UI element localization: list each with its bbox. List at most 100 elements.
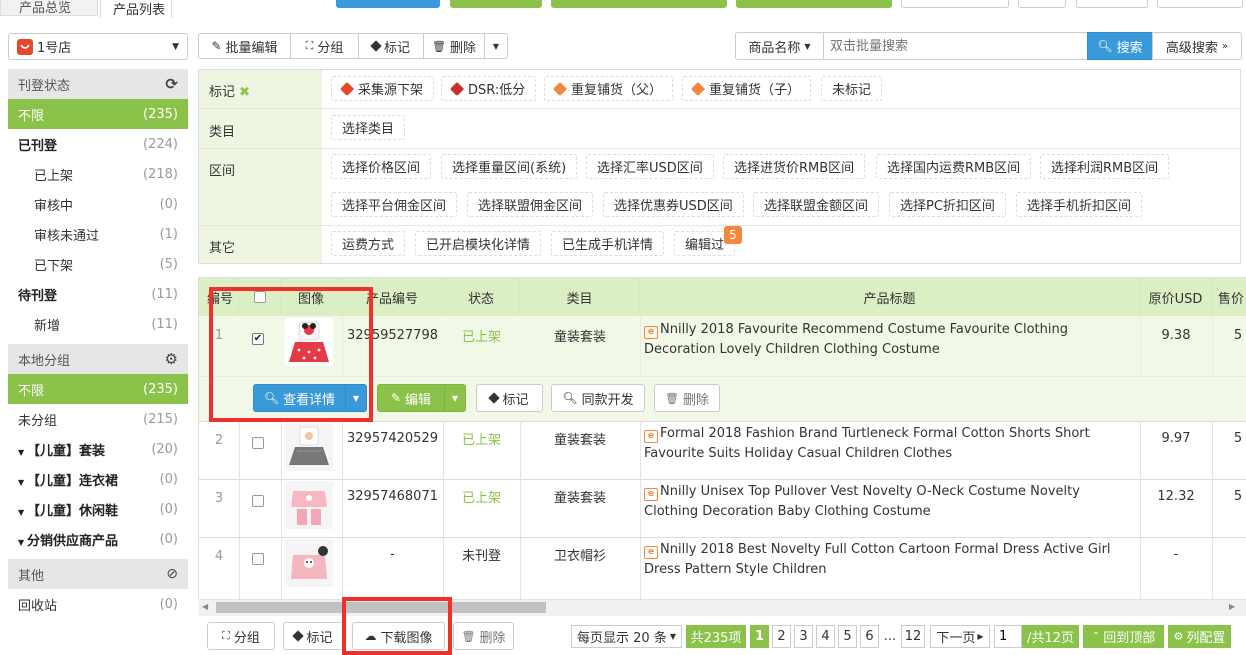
store-icon (17, 38, 33, 55)
top-white-button-2[interactable] (1018, 0, 1066, 8)
edit-dropdown[interactable]: ▼ (444, 384, 466, 412)
tag-exchange-range[interactable]: 选择汇率USD区间 (586, 154, 714, 179)
tag-shipping-range[interactable]: 选择国内运费RMB区间 (876, 154, 1032, 179)
tag-price-range[interactable]: 选择价格区间 (331, 154, 432, 179)
tag-weight-range[interactable]: 选择重量区间(系统) (441, 154, 578, 179)
search-button[interactable]: 🔍︎ 搜索 (1087, 32, 1153, 60)
tag-dsr-low[interactable]: DSR:低分 (441, 76, 537, 101)
sidebar-item-kids-dresses[interactable]: ▼ 【儿童】连衣裙 (0) (8, 464, 188, 494)
page-1[interactable]: 1 (750, 625, 769, 648)
top-white-button-1[interactable] (901, 0, 1009, 8)
search-field-select[interactable]: 商品名称 ▼ (735, 32, 824, 60)
page-5[interactable]: 5 (838, 625, 857, 648)
tag-shipping-method[interactable]: 运费方式 (331, 231, 406, 256)
top-green-button-3[interactable] (736, 0, 892, 8)
sidebar-item-pending[interactable]: 待刊登 (11) (8, 279, 188, 309)
tab-product-list[interactable]: 产品列表 (100, 0, 172, 18)
product-title[interactable]: e Nnilly Unisex Top Pullover Vest Novelty… (640, 482, 1140, 522)
product-thumbnail-pink-hoodie[interactable] (285, 539, 333, 587)
page-4[interactable]: 4 (816, 625, 835, 648)
tag-affiliate-amount-range[interactable]: 选择联盟金额区间 (753, 192, 880, 217)
top-blue-button[interactable] (336, 0, 440, 8)
top-green-button-1[interactable] (450, 0, 542, 8)
sidebar-item-off-shelf[interactable]: 已下架 (5) (8, 249, 188, 279)
tag-unmarked[interactable]: 未标记 (821, 76, 883, 101)
advanced-search-button[interactable]: 高级搜索» (1152, 32, 1242, 60)
tag-affiliate-commission-range[interactable]: 选择联盟佣金区间 (467, 192, 594, 217)
sidebar-item-all-groups[interactable]: 不限 (235) (8, 374, 188, 404)
batch-edit-button[interactable]: ✎ 批量编辑 (198, 33, 291, 59)
footer-delete-button[interactable]: 🗑 删除 (453, 622, 514, 650)
column-divider (443, 421, 444, 599)
search-input[interactable] (823, 32, 1088, 60)
scroll-right-arrow[interactable]: ▶ (1229, 602, 1235, 611)
tag-source-removed[interactable]: 采集源下架 (331, 76, 435, 101)
store-select[interactable]: 1号店 ▼ (8, 33, 188, 60)
sidebar-item-new[interactable]: 新增 (11) (8, 309, 188, 339)
product-title[interactable]: e Nnilly 2018 Favourite Recommend Costume… (640, 320, 1140, 360)
product-title[interactable]: e Nnilly 2018 Best Novelty Full Cotton Ca… (640, 540, 1140, 580)
tag-mobile-discount-range[interactable]: 选择手机折扣区间 (1016, 192, 1143, 217)
sidebar-item-ungrouped[interactable]: 未分组 (215) (8, 404, 188, 434)
chevron-down-icon: ▼ (172, 41, 179, 52)
next-page-button[interactable]: 下一页 ▶ (930, 625, 990, 648)
sidebar-item-count: (215) (143, 411, 178, 427)
product-thumbnail-pink-set[interactable] (285, 481, 333, 529)
sidebar-item-recycle-bin[interactable]: 回收站 (0) (8, 589, 188, 619)
sidebar-item-all-status[interactable]: 不限 (235) (8, 99, 188, 129)
back-to-top-button[interactable]: ⌃ 回到顶部 (1083, 625, 1164, 648)
tag-coupon-range[interactable]: 选择优惠券USD区间 (603, 192, 744, 217)
ban-icon[interactable]: ⊘ (166, 566, 178, 582)
sidebar-item-review-failed[interactable]: 审核未通过 (1) (8, 219, 188, 249)
row-checkbox[interactable] (252, 495, 264, 507)
tag-select-category[interactable]: 选择类目 (331, 115, 406, 140)
tag-mobile-details[interactable]: 已生成手机详情 (551, 231, 665, 256)
tag-modular-details[interactable]: 已开启模块化详情 (415, 231, 542, 256)
gear-icon[interactable]: ⚙ (165, 350, 178, 368)
footer-mark-button[interactable]: 标记 (283, 622, 344, 650)
top-white-button-4[interactable] (1157, 0, 1243, 8)
page-3[interactable]: 3 (794, 625, 813, 648)
sidebar-item-on-shelf[interactable]: 已上架 (218) (8, 159, 188, 189)
scroll-left-arrow[interactable]: ◀ (202, 602, 208, 611)
tag-platform-commission-range[interactable]: 选择平台佣金区间 (331, 192, 458, 217)
sidebar-item-kids-shoes[interactable]: ▼ 【儿童】休闲鞋 (0) (8, 494, 188, 524)
footer-group-button[interactable]: ⛶ 分组 (207, 622, 275, 650)
tab-overview[interactable]: 产品总览 (0, 0, 98, 16)
sidebar-item-reviewing[interactable]: 审核中 (0) (8, 189, 188, 219)
sidebar-item-published[interactable]: 已刊登 (224) (8, 129, 188, 159)
tag-profit-range[interactable]: 选择利润RMB区间 (1040, 154, 1170, 179)
more-actions-dropdown[interactable]: ▼ (484, 33, 508, 59)
row-checkbox[interactable] (252, 553, 264, 565)
sidebar-item-kids-sets[interactable]: ▼ 【儿童】套装 (20) (8, 434, 188, 464)
sidebar-item-distributor-products[interactable]: ▼ 分销供应商产品 (0) (8, 524, 188, 554)
product-thumbnail-grey-skirt[interactable] (285, 423, 333, 471)
page-6[interactable]: 6 (860, 625, 879, 648)
group-button[interactable]: ⛶ 分组 (290, 33, 359, 59)
row-mark-button[interactable]: 标记 (476, 384, 543, 412)
filter-mark-label: 标记 ✖ (209, 81, 250, 100)
page-2[interactable]: 2 (772, 625, 791, 648)
row-checkbox[interactable] (252, 437, 264, 449)
refresh-icon[interactable]: ⟳ (165, 75, 178, 93)
delete-button[interactable]: 🗑 删除 (423, 33, 485, 59)
trash-icon: 🗑 (665, 391, 679, 405)
similar-develop-button[interactable]: 🔍︎ 同款开发 (551, 384, 645, 412)
mark-button[interactable]: 标记 (358, 33, 424, 59)
tag-duplicate-parent[interactable]: 重复铺货（父） (544, 76, 674, 101)
page-number-input[interactable] (994, 625, 1022, 648)
tag-duplicate-child[interactable]: 重复铺货（子） (682, 76, 812, 101)
edit-button[interactable]: ✎ 编辑 (377, 384, 445, 412)
aliexpress-icon: e (644, 326, 658, 339)
top-white-button-3[interactable] (1076, 0, 1148, 8)
row-delete-button[interactable]: 🗑 删除 (654, 384, 720, 412)
clear-icon[interactable]: ✖ (239, 85, 250, 100)
tag-pc-discount-range[interactable]: 选择PC折扣区间 (889, 192, 1006, 217)
top-green-button-2[interactable] (551, 0, 727, 8)
product-title[interactable]: e Formal 2018 Fashion Brand Turtleneck Fo… (640, 424, 1140, 464)
sidebar-item-count: (5) (159, 256, 178, 272)
per-page-select[interactable]: 每页显示 20 条 ▼ (571, 625, 682, 648)
column-config-button[interactable]: ⚙ 列配置 (1168, 625, 1231, 648)
page-12[interactable]: 12 (901, 625, 925, 648)
tag-purchase-price-range[interactable]: 选择进货价RMB区间 (723, 154, 866, 179)
